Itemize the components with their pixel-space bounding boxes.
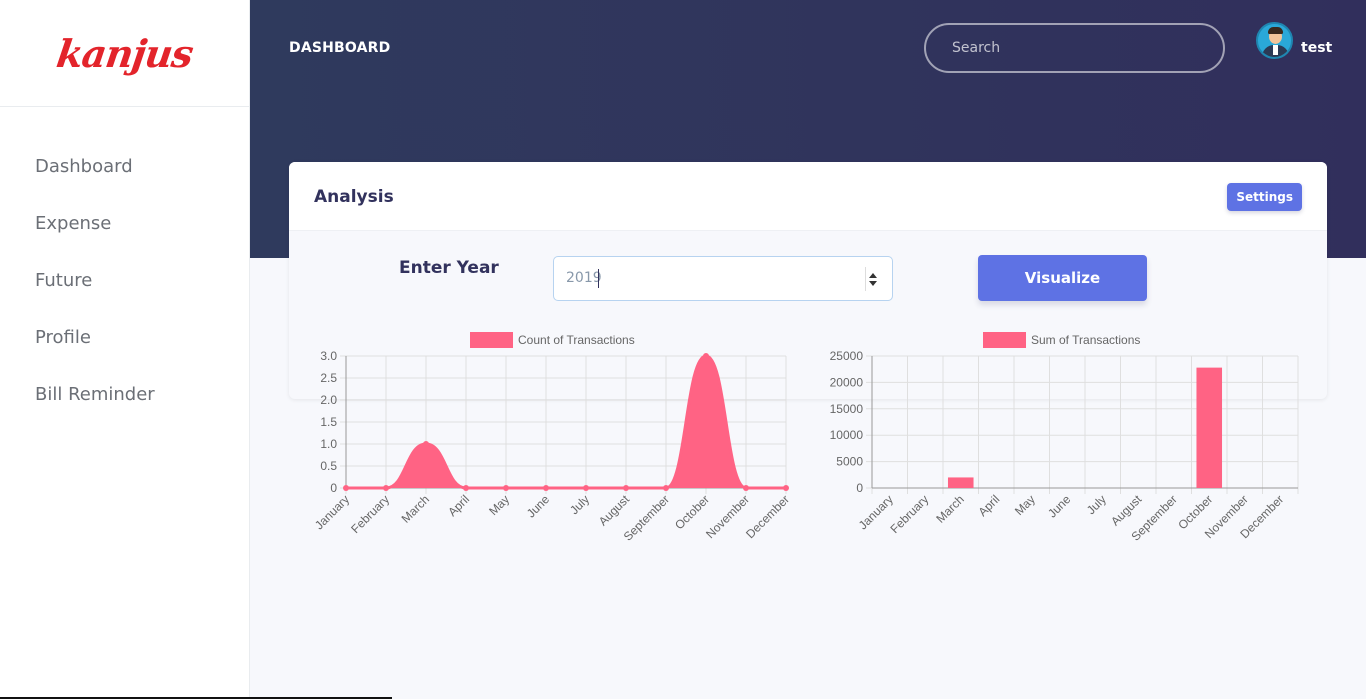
search-input[interactable]: [924, 23, 1225, 73]
y-tick-label: 1.5: [320, 415, 337, 429]
data-point: [703, 353, 709, 359]
legend-label: Sum of Transactions: [1031, 333, 1140, 347]
x-tick-label: January: [312, 492, 352, 532]
x-tick-label: May: [486, 492, 512, 518]
sidebar-item-profile[interactable]: Profile: [0, 323, 249, 380]
year-input-value[interactable]: 2019: [566, 270, 602, 286]
x-tick-label: August: [596, 492, 633, 529]
year-stepper[interactable]: [865, 267, 880, 291]
bar: [947, 477, 974, 488]
x-tick-label: December: [743, 492, 792, 541]
count-chart-svg: Count of Transactions 3.0 2.5 2.0 1.5 1.0 0.5 0…: [312, 332, 792, 544]
year-input[interactable]: 2019: [553, 256, 893, 301]
x-tick-label: February: [348, 492, 392, 536]
data-point: [583, 485, 589, 491]
chevron-up-icon[interactable]: [869, 272, 877, 278]
x-tick-label: April: [975, 492, 1002, 519]
x-tick-label: June: [1045, 492, 1074, 521]
text-caret: [598, 269, 599, 288]
analysis-title: Analysis: [314, 187, 394, 207]
sum-chart-svg: Sum of Transactions 25000 20000 15000 10000 5…: [830, 332, 1299, 544]
avatar-shirt: [1273, 45, 1278, 55]
user-menu[interactable]: test: [1256, 22, 1332, 59]
data-point: [623, 485, 629, 491]
sidebar-item-bill-reminder[interactable]: Bill Reminder: [0, 380, 249, 437]
visualize-button[interactable]: Visualize: [978, 255, 1147, 301]
y-tick-label: 2.5: [320, 371, 337, 385]
analysis-card-header: Analysis Settings: [289, 162, 1327, 231]
x-tick-label: April: [445, 492, 472, 519]
y-tick-label: 2.0: [320, 393, 337, 407]
y-tick-label: 10000: [830, 428, 864, 442]
chevron-down-icon[interactable]: [869, 280, 877, 286]
y-tick-label: 1.0: [320, 437, 337, 451]
brand: kanjus: [0, 0, 249, 107]
x-tick-label: July: [1084, 492, 1109, 517]
data-point: [503, 485, 509, 491]
data-point: [343, 485, 349, 491]
y-tick-label: 25000: [830, 349, 864, 363]
legend-swatch: [470, 332, 513, 348]
y-tick-label: 0.5: [320, 459, 337, 473]
brand-logo[interactable]: kanjus: [54, 31, 196, 76]
x-tick-label: June: [524, 492, 553, 521]
legend-label: Count of Transactions: [518, 333, 635, 347]
sidebar-item-dashboard[interactable]: Dashboard: [0, 152, 249, 209]
data-point: [743, 485, 749, 491]
sidebar-nav: Dashboard Expense Future Profile Bill Re…: [0, 107, 249, 437]
bar: [1196, 367, 1223, 488]
x-tick-label: October: [672, 492, 712, 532]
year-label: Enter Year: [399, 258, 499, 278]
y-tick-label: 5000: [836, 455, 863, 469]
settings-button[interactable]: Settings: [1227, 183, 1302, 211]
y-tick-label: 3.0: [320, 349, 337, 363]
page-title: DASHBOARD: [289, 40, 391, 56]
data-point: [423, 441, 429, 447]
data-point: [463, 485, 469, 491]
data-point: [383, 485, 389, 491]
legend-swatch: [983, 332, 1026, 348]
y-tick-label: 20000: [830, 375, 864, 389]
avatar[interactable]: [1256, 22, 1293, 59]
avatar-hair: [1268, 27, 1283, 34]
y-tick-label: 0: [330, 481, 337, 495]
y-tick-label: 0: [856, 481, 863, 495]
data-point: [783, 485, 789, 491]
x-tick-label: February: [888, 492, 932, 536]
sum-chart: Sum of Transactions 25000 20000 15000 10000 5…: [820, 325, 1320, 559]
data-point: [543, 485, 549, 491]
x-tick-label: March: [399, 492, 432, 525]
username[interactable]: test: [1301, 40, 1332, 56]
sidebar-item-future[interactable]: Future: [0, 266, 249, 323]
data-point: [663, 485, 669, 491]
y-tick-label: 15000: [830, 402, 864, 416]
x-tick-label: July: [567, 492, 592, 517]
x-tick-label: May: [1012, 492, 1038, 518]
sidebar-item-expense[interactable]: Expense: [0, 209, 249, 266]
x-tick-label: March: [933, 492, 966, 525]
sidebar: kanjus Dashboard Expense Future Profile …: [0, 0, 250, 699]
count-chart: Count of Transactions 3.0 2.5 2.0 1.5 1.0 0.5 0…: [300, 325, 810, 559]
